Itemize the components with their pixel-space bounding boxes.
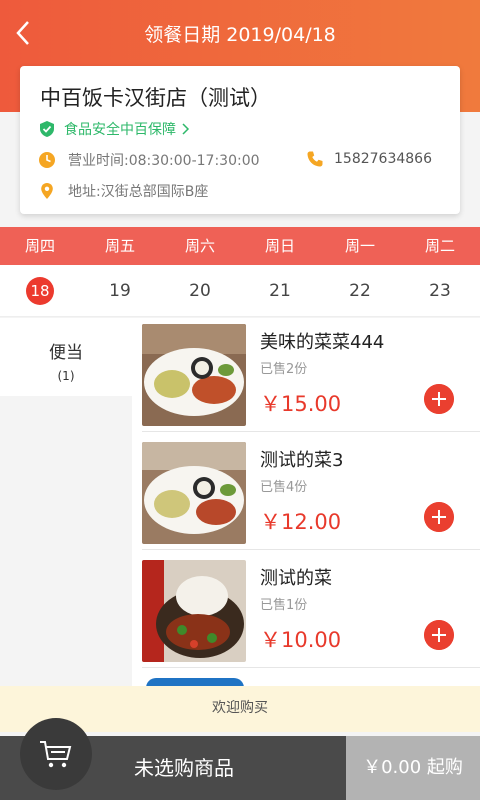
address-text: 地址:汉街总部国际B座 — [68, 184, 209, 200]
location-pin-icon — [41, 183, 53, 199]
weekday-label: 周四 — [24, 237, 55, 255]
store-address: 地址:汉街总部国际B座 — [38, 181, 208, 201]
weekday-label: 周六 — [184, 237, 215, 255]
weekday-label: 周二 — [424, 237, 455, 255]
store-card: 中百饭卡汉街店（测试） 食品安全中百保障 营业时间:08:30:00-17:30… — [20, 66, 460, 214]
list-item[interactable]: 测试的菜 已售1份 ￥10.00 — [142, 554, 480, 668]
dish-price: ￥15.00 — [260, 392, 342, 416]
date-item[interactable]: 21 — [240, 265, 320, 316]
dish-name: 美味的菜菜444 — [260, 332, 385, 353]
dish-photo — [142, 560, 246, 662]
dish-sold-count: 已售4份 — [260, 480, 308, 495]
food-safety-label: 食品安全中百保障 — [64, 122, 176, 138]
store-name: 中百饭卡汉街店（测试） — [40, 86, 271, 110]
cart-empty-label: 未选购商品 — [134, 756, 234, 780]
shopping-cart-icon — [40, 741, 72, 768]
page-title: 领餐日期 2019/04/18 — [144, 24, 336, 46]
clock-icon — [39, 152, 55, 168]
add-to-cart-button[interactable] — [424, 502, 454, 532]
category-count: (1) — [57, 369, 75, 383]
date-item-selected[interactable]: 18 — [0, 265, 80, 316]
date-item[interactable]: 20 — [160, 265, 240, 316]
category-sidebar — [0, 396, 132, 686]
add-to-cart-button[interactable] — [424, 384, 454, 414]
category-name: 便当 — [49, 343, 83, 363]
dish-photo — [142, 324, 246, 426]
weekday-label: 周日 — [264, 237, 295, 255]
weekday-header: 周四 周五 周六 周日 周一 周二 — [0, 227, 480, 265]
date-item[interactable]: 22 — [320, 265, 400, 316]
weekday-label: 周五 — [104, 237, 135, 255]
list-item[interactable]: 测试的菜3 已售4份 ￥12.00 — [142, 436, 480, 550]
weekday-label: 周一 — [344, 237, 375, 255]
dish-price: ￥12.00 — [260, 510, 342, 534]
shield-check-icon — [40, 121, 54, 137]
list-item[interactable]: 美味的菜菜444 已售2份 ￥15.00 — [142, 318, 480, 432]
category-item-bento[interactable]: 便当 (1) — [0, 318, 132, 396]
dish-photo — [142, 442, 246, 544]
chevron-right-icon — [182, 123, 190, 135]
date-item[interactable]: 19 — [80, 265, 160, 316]
food-safety-link[interactable]: 食品安全中百保障 — [38, 119, 190, 139]
dish-sold-count: 已售2份 — [260, 362, 308, 377]
checkout-button[interactable]: ￥0.00 起购 — [346, 736, 480, 800]
phone-icon — [307, 151, 323, 167]
store-phone[interactable]: 15827634866 — [306, 150, 432, 168]
business-hours-text: 营业时间:08:30:00-17:30:00 — [68, 153, 260, 169]
phone-number: 15827634866 — [334, 151, 432, 167]
cart-button[interactable] — [20, 718, 92, 790]
date-selector: 18 19 20 21 22 23 — [0, 265, 480, 317]
dish-name: 测试的菜 — [260, 568, 332, 589]
dish-sold-count: 已售1份 — [260, 598, 308, 613]
dish-price: ￥10.00 — [260, 628, 342, 652]
dish-name: 测试的菜3 — [260, 450, 344, 471]
selected-date-badge: 18 — [26, 276, 54, 305]
add-to-cart-button[interactable] — [424, 620, 454, 650]
date-item[interactable]: 23 — [400, 265, 480, 316]
business-hours: 营业时间:08:30:00-17:30:00 — [38, 150, 260, 170]
